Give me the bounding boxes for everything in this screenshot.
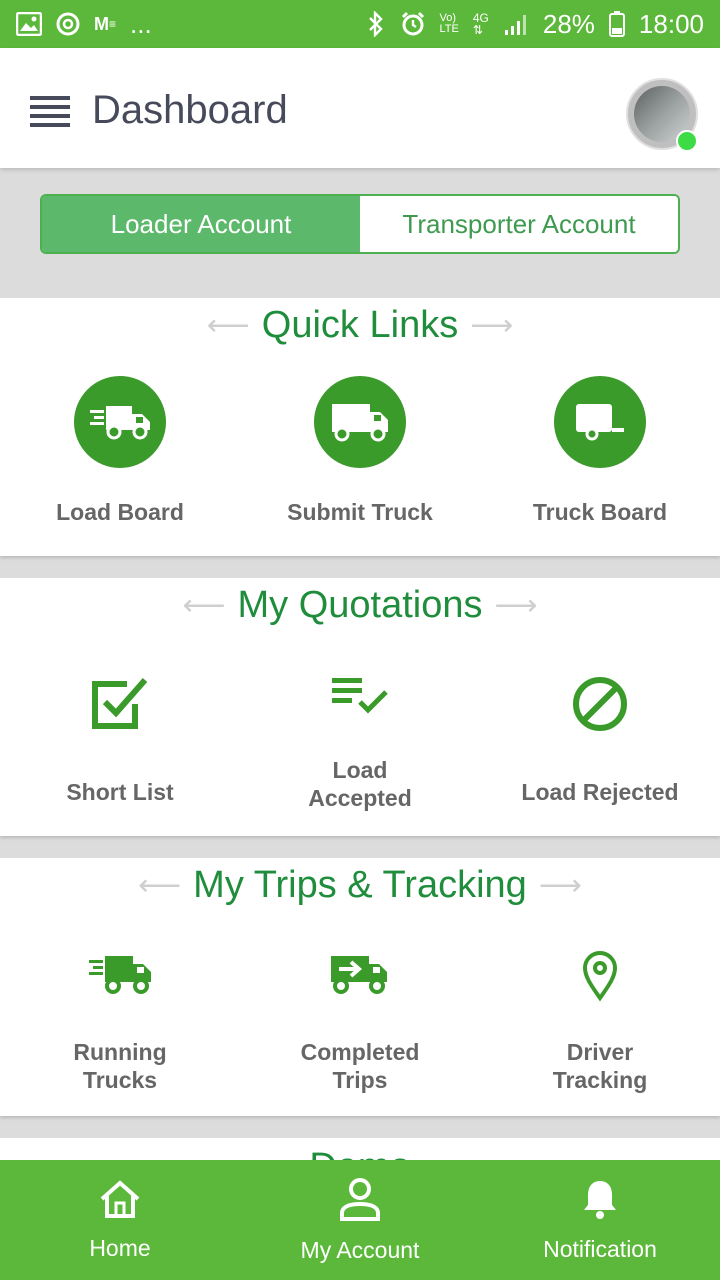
quotations-card: ⟵ My Quotations ⟶ Short List Load Accept… <box>0 578 720 836</box>
nav-notification[interactable]: Notification <box>480 1160 720 1280</box>
quotation-load-rejected[interactable]: Load Rejected <box>480 674 720 806</box>
bell-icon <box>581 1178 619 1226</box>
hamburger-menu-icon[interactable] <box>30 96 70 127</box>
nav-label: Home <box>89 1234 151 1261</box>
quick-links-card: ⟵ Quick Links ⟶ Load Board Submit Truck … <box>0 298 720 556</box>
item-label: Short List <box>66 779 174 805</box>
section-title: My Trips & Tracking <box>193 864 527 906</box>
left-arrow-icon: ⟵ <box>182 589 226 622</box>
fast-truck-icon <box>74 376 166 468</box>
item-label-line1: Load <box>332 757 388 783</box>
bottom-navigation: Home My Account Notification <box>0 1160 720 1280</box>
checkbox-icon <box>0 674 240 734</box>
item-label: Load Rejected <box>521 779 679 805</box>
status-left: M ≡ ... <box>16 9 152 40</box>
c-app-icon <box>56 12 80 36</box>
nav-label: Notification <box>543 1235 657 1262</box>
section-title: Quick Links <box>261 304 459 346</box>
more-dots-icon: ... <box>130 8 152 39</box>
trips-card: ⟵ My Trips & Tracking ⟶ Running Trucks C… <box>0 858 720 1116</box>
right-arrow-icon: ⟶ <box>494 589 538 622</box>
truck-icon <box>314 376 406 468</box>
tab-transporter-account[interactable]: Transporter Account <box>360 196 678 252</box>
map-pin-icon <box>480 950 720 1002</box>
item-label: Load Board <box>56 499 184 525</box>
status-right: Vo) LTE 4G ⇅ 28% 18:00 <box>366 8 704 40</box>
nav-my-account[interactable]: My Account <box>240 1160 480 1280</box>
quick-link-load-board[interactable]: Load Board <box>0 376 240 526</box>
tab-loader-account[interactable]: Loader Account <box>42 196 360 252</box>
quotation-load-accepted[interactable]: Load Accepted <box>240 674 480 812</box>
signal-icon <box>503 12 529 36</box>
account-icon <box>339 1177 381 1227</box>
battery-percent: 28% <box>542 8 595 39</box>
volte-icon: Vo) LTE <box>439 12 459 35</box>
trips-header: ⟵ My Trips & Tracking ⟶ <box>0 864 720 907</box>
m-app-icon: M ≡ <box>94 13 117 34</box>
quick-links-header: ⟵ Quick Links ⟶ <box>0 304 720 347</box>
item-label-line2: Accepted <box>308 785 412 811</box>
list-check-icon <box>240 674 480 734</box>
left-arrow-icon: ⟵ <box>138 869 182 902</box>
clock: 18:00 <box>638 8 704 39</box>
battery-icon <box>608 11 625 37</box>
trips-running-trucks[interactable]: Running Trucks <box>0 950 240 1094</box>
item-label: Truck Board <box>532 499 668 525</box>
quick-link-truck-board[interactable]: Truck Board <box>480 376 720 526</box>
block-icon <box>480 674 720 734</box>
bluetooth-icon <box>366 11 386 37</box>
app-bar: Dashboard <box>0 48 720 168</box>
fast-truck-icon <box>0 950 240 1002</box>
quotation-short-list[interactable]: Short List <box>0 674 240 806</box>
item-label-line2: Tracking <box>552 1067 648 1093</box>
trips-completed-trips[interactable]: Completed Trips <box>240 950 480 1094</box>
item-label-line1: Driver <box>566 1039 634 1065</box>
item-label-line1: Completed <box>300 1039 420 1065</box>
alarm-icon <box>400 11 426 37</box>
item-label-line2: Trucks <box>82 1067 158 1093</box>
truck-arrow-icon <box>240 950 480 1002</box>
item-label: Submit Truck <box>287 499 433 525</box>
4g-icon: 4G ⇅ <box>472 11 489 37</box>
left-arrow-icon: ⟵ <box>206 309 250 342</box>
nav-label: My Account <box>300 1236 420 1263</box>
home-icon <box>98 1179 142 1225</box>
online-status-dot <box>676 130 698 152</box>
item-label-line1: Running <box>73 1039 167 1065</box>
right-arrow-icon: ⟶ <box>538 869 582 902</box>
page-title: Dashboard <box>92 88 288 132</box>
status-bar: M ≡ ... Vo) LTE 4G ⇅ 28% 18:00 <box>0 0 720 48</box>
section-title: My Quotations <box>237 584 483 626</box>
account-switcher: Loader Account Transporter Account <box>40 194 680 254</box>
trips-driver-tracking[interactable]: Driver Tracking <box>480 950 720 1094</box>
quick-link-submit-truck[interactable]: Submit Truck <box>240 376 480 526</box>
trailer-icon <box>554 376 646 468</box>
right-arrow-icon: ⟶ <box>470 309 514 342</box>
gallery-icon <box>16 12 42 36</box>
quotations-header: ⟵ My Quotations ⟶ <box>0 584 720 627</box>
nav-home[interactable]: Home <box>0 1160 240 1280</box>
item-label-line2: Trips <box>332 1067 388 1093</box>
